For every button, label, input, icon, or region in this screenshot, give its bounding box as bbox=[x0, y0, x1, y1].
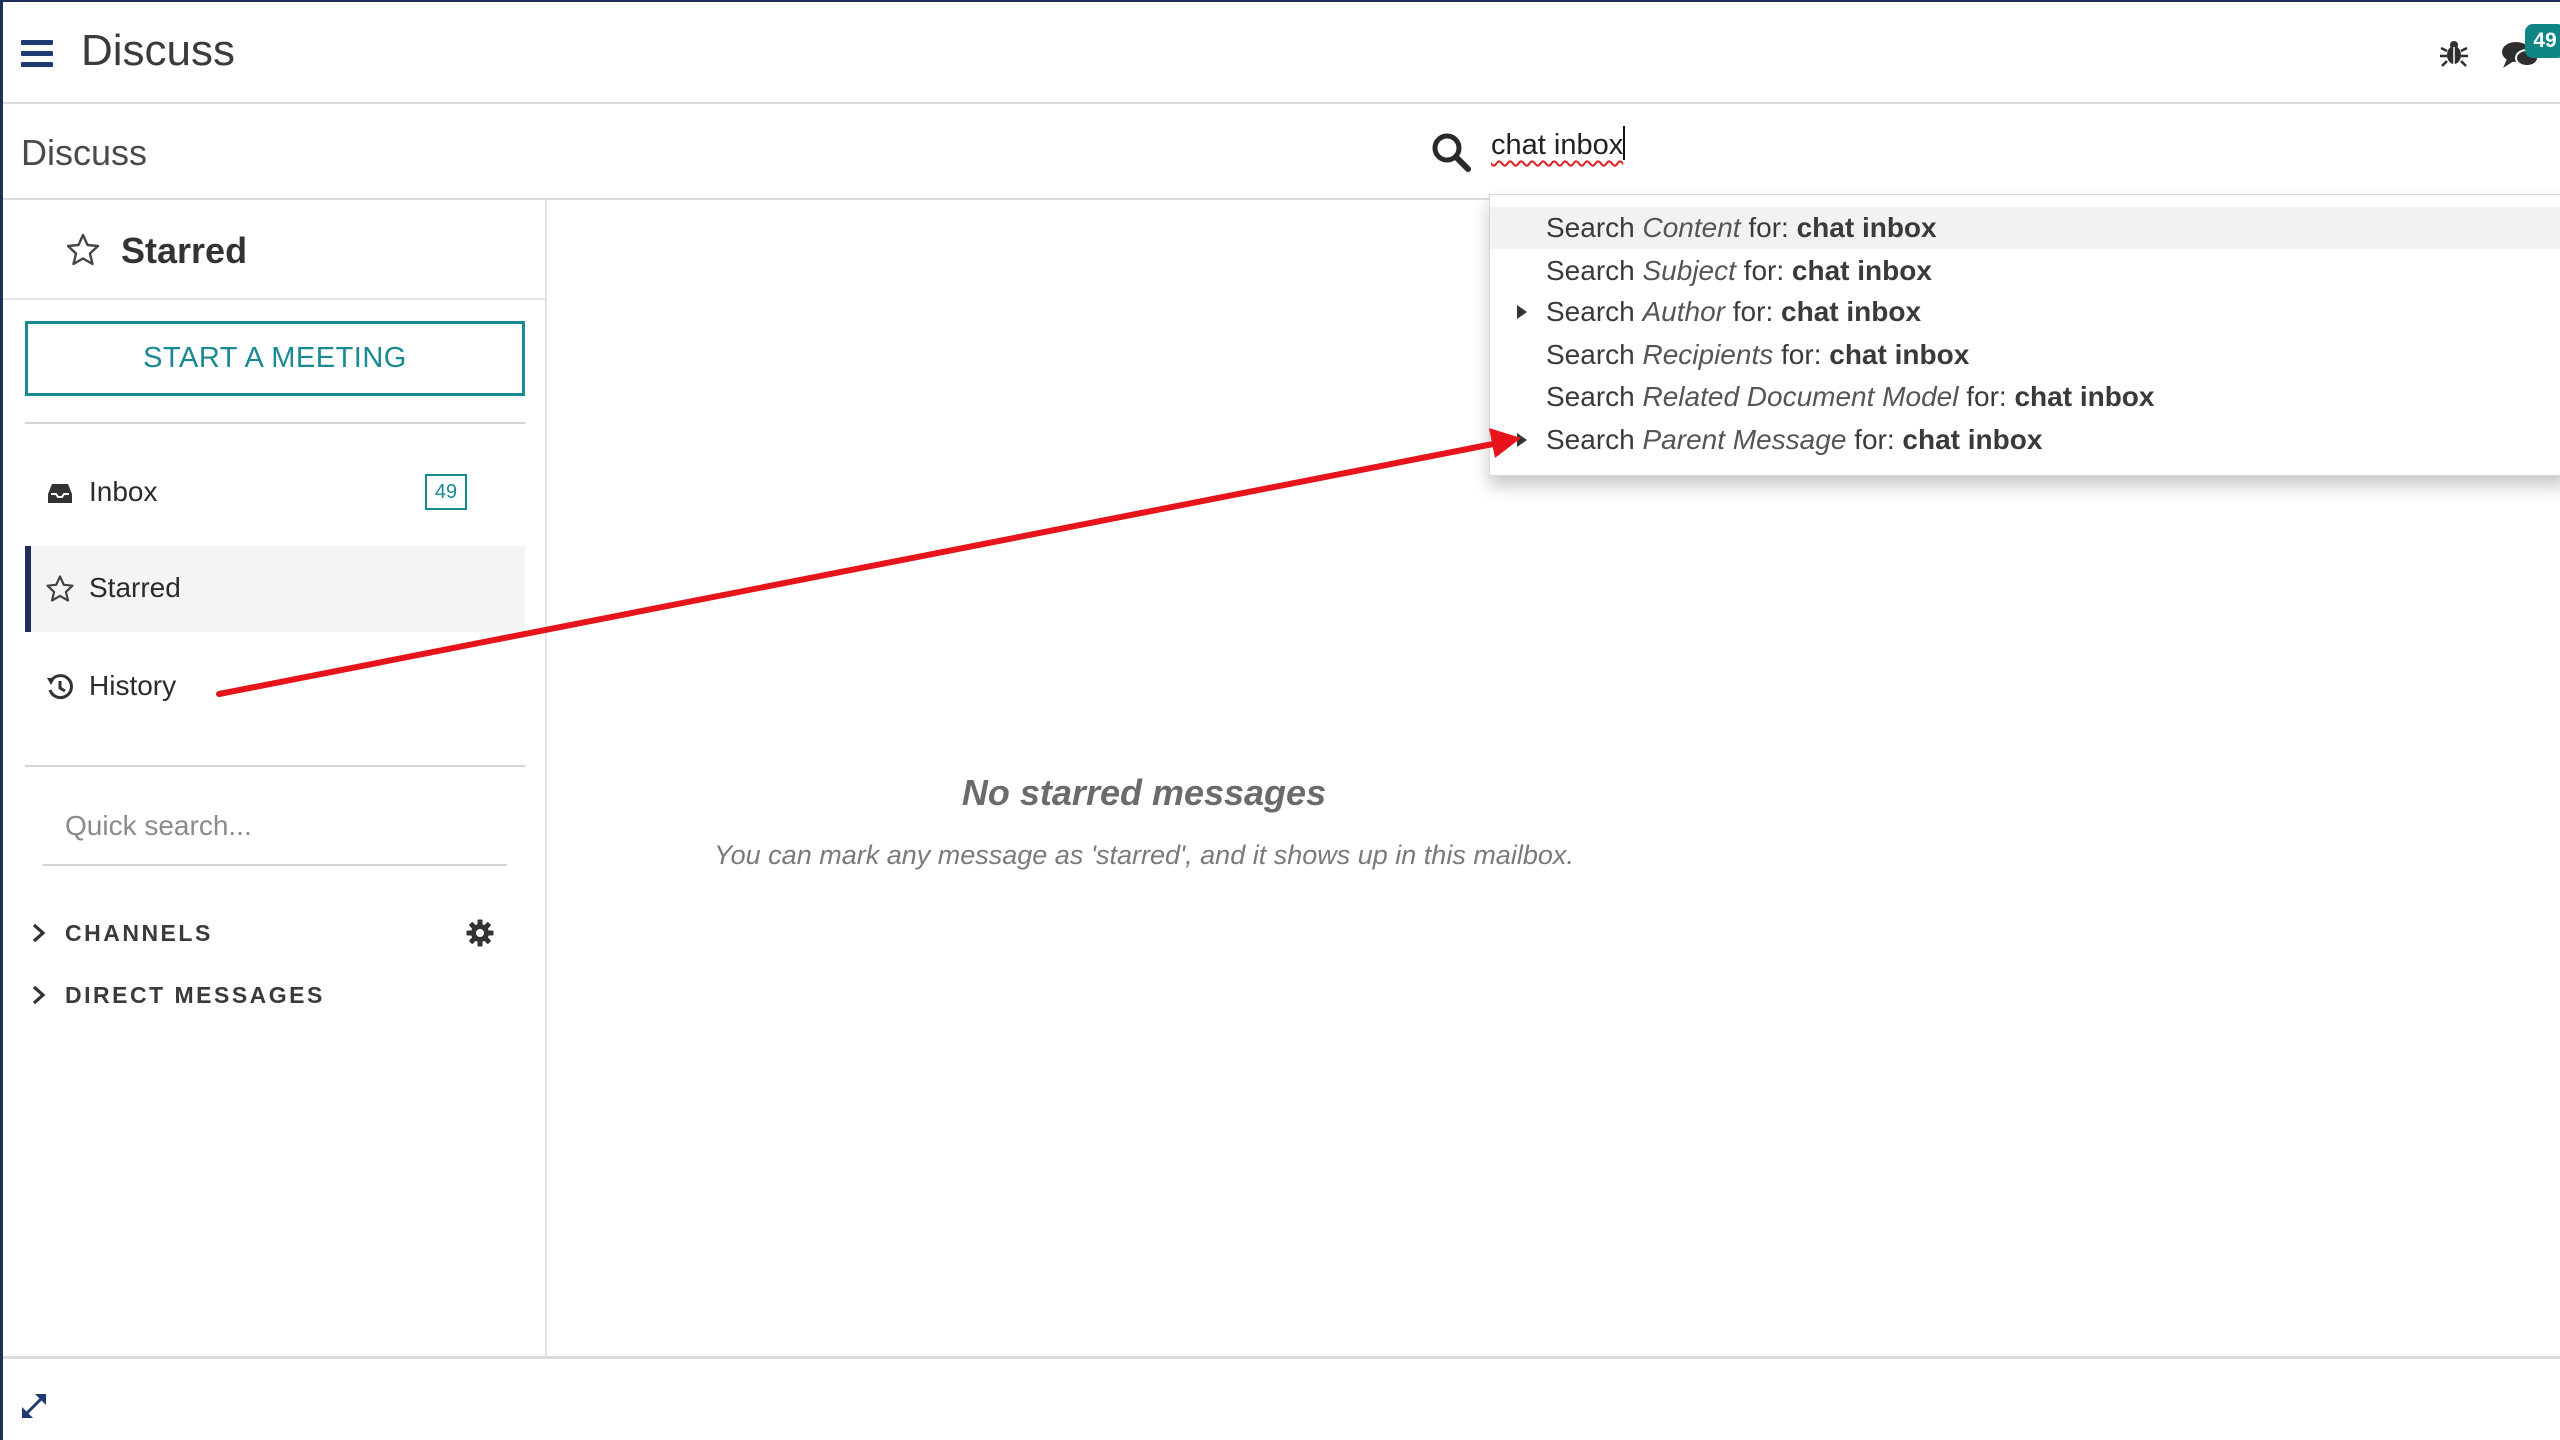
inbox-counter-badge: 49 bbox=[425, 474, 467, 510]
suggestion-search-author[interactable]: Search Author for: chat inbox bbox=[1490, 291, 2560, 333]
discuss-app: Discuss 49 Discuss chat inbox Starred ST… bbox=[0, 0, 2560, 1440]
category-direct-messages[interactable]: DIRECT MESSAGES bbox=[25, 970, 525, 1020]
sidebar-item-label: History bbox=[89, 670, 177, 701]
sidebar-divider bbox=[25, 765, 525, 767]
category-channels[interactable]: CHANNELS bbox=[25, 908, 525, 958]
suggestion-search-related-document-model[interactable]: Search Related Document Model for: chat … bbox=[1490, 376, 2560, 418]
search-input[interactable]: chat inbox bbox=[1491, 126, 2551, 176]
suggestion-search-parent-message[interactable]: Search Parent Message for: chat inbox bbox=[1490, 419, 2560, 461]
search-autocomplete-dropdown: Search Content for: chat inbox Search Su… bbox=[1489, 194, 2560, 476]
search-input-value: chat inbox bbox=[1491, 129, 1624, 161]
suggestion-search-content[interactable]: Search Content for: chat inbox bbox=[1490, 207, 2560, 249]
thread-header: Starred bbox=[3, 200, 547, 300]
footer-bar bbox=[3, 1356, 2560, 1440]
hamburger-menu-icon[interactable] bbox=[21, 38, 53, 68]
expand-arrows-icon[interactable] bbox=[19, 1391, 49, 1421]
messaging-counter-badge: 49 bbox=[2525, 24, 2560, 58]
start-meeting-button[interactable]: START A MEETING bbox=[25, 321, 525, 396]
control-panel: Discuss chat inbox bbox=[3, 104, 2560, 200]
sidebar-item-label: Inbox bbox=[89, 476, 158, 507]
suggestion-search-subject[interactable]: Search Subject for: chat inbox bbox=[1490, 250, 2560, 292]
empty-state-title: No starred messages bbox=[961, 772, 1327, 813]
sidebar-item-history[interactable]: History bbox=[25, 644, 525, 730]
thread-title: Starred bbox=[121, 230, 248, 271]
sidebar-divider bbox=[25, 422, 525, 424]
caret-right-icon[interactable] bbox=[1516, 303, 1528, 321]
bug-icon[interactable] bbox=[2439, 38, 2469, 68]
breadcrumb: Discuss bbox=[21, 132, 148, 173]
text-caret bbox=[1623, 126, 1626, 160]
chevron-right-icon bbox=[32, 923, 46, 943]
category-label: DIRECT MESSAGES bbox=[65, 982, 325, 1008]
sidebar-item-starred[interactable]: Starred bbox=[25, 546, 525, 632]
search-icon[interactable] bbox=[1431, 132, 1471, 172]
top-navbar: Discuss 49 bbox=[3, 2, 2560, 104]
suggestion-search-recipients[interactable]: Search Recipients for: chat inbox bbox=[1490, 334, 2560, 376]
history-icon bbox=[47, 674, 73, 700]
sidebar-item-label: Starred bbox=[89, 572, 181, 603]
category-label: CHANNELS bbox=[65, 920, 213, 946]
sidebar-item-inbox[interactable]: Inbox 49 bbox=[25, 450, 525, 536]
chevron-right-icon bbox=[32, 985, 46, 1005]
gear-icon[interactable] bbox=[465, 918, 495, 948]
inbox-tray-icon bbox=[48, 484, 72, 503]
star-outline-icon bbox=[46, 575, 74, 602]
star-outline-icon bbox=[66, 233, 100, 266]
caret-right-icon[interactable] bbox=[1516, 431, 1528, 449]
app-title: Discuss bbox=[81, 26, 236, 75]
empty-state-text: You can mark any message as 'starred', a… bbox=[714, 840, 1574, 870]
